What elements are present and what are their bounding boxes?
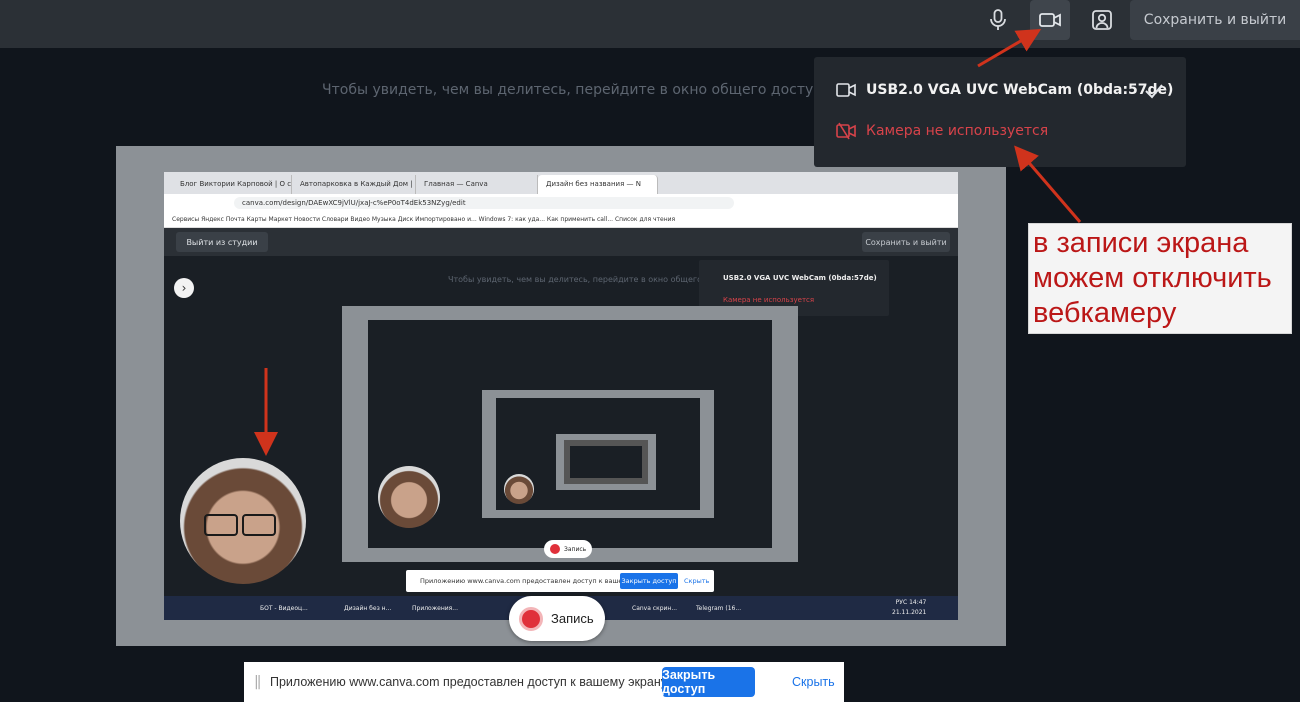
- screen-share-bar: || Приложению www.canva.com предоставлен…: [244, 662, 844, 702]
- record-button[interactable]: Запись: [509, 596, 605, 641]
- hide-link[interactable]: Скрыть: [792, 675, 835, 689]
- share-status-text: Приложению www.canva.com предоставлен до…: [270, 675, 670, 689]
- drag-handle-icon[interactable]: ||: [254, 674, 262, 690]
- stop-sharing-button[interactable]: Закрыть доступ: [662, 667, 755, 697]
- arrow-to-camera: [977, 28, 1042, 68]
- arrow-to-camera-off: [1014, 145, 1082, 223]
- record-label: Запись: [551, 611, 594, 626]
- annotation-arrows: [254, 28, 1082, 456]
- record-icon: [519, 606, 543, 631]
